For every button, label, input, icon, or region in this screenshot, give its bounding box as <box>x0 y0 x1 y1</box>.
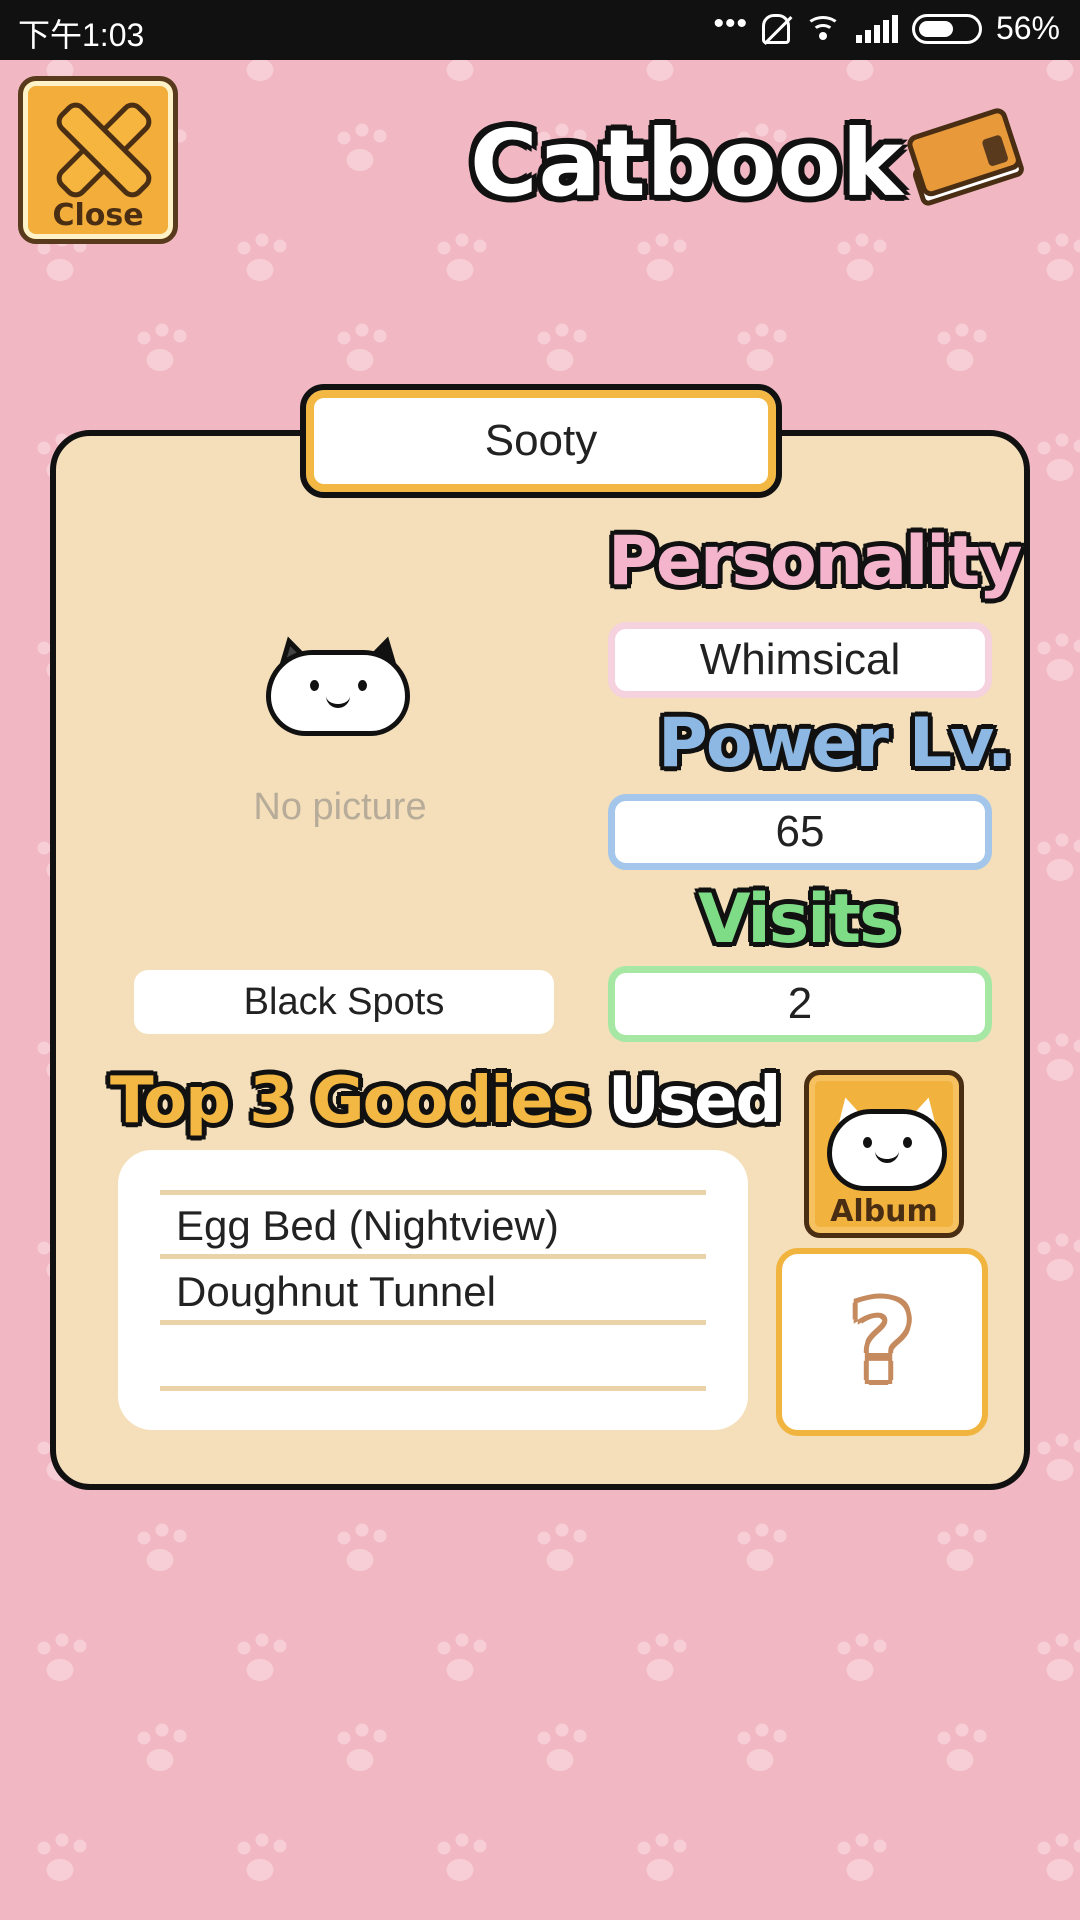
close-button[interactable]: Close <box>18 76 178 244</box>
question-mark-icon: ? <box>850 1278 914 1406</box>
battery-percent: 56% <box>995 10 1060 46</box>
bell-off-icon <box>761 13 790 44</box>
goodies-title: Top 3 Goodies Used <box>110 1064 781 1138</box>
close-label: Close <box>52 198 144 233</box>
page-title: Catbook <box>470 110 905 217</box>
power-level-value: 65 <box>608 794 992 870</box>
close-icon <box>53 99 143 189</box>
goodie-item-2: Doughnut Tunnel <box>160 1261 706 1325</box>
goodies-title-used: Used <box>608 1064 781 1138</box>
visits-value: 2 <box>608 966 992 1042</box>
signal-icon <box>855 14 898 43</box>
status-bar: 下午1:03 ••• 56% <box>0 0 1080 60</box>
mystery-goodie-button[interactable]: ? <box>776 1248 988 1436</box>
no-picture-text: No picture <box>253 786 427 828</box>
cat-face-icon <box>266 631 410 736</box>
personality-value: Whimsical <box>608 622 992 698</box>
status-time: 下午1:03 <box>18 17 145 53</box>
goodies-title-main: Top 3 Goodies <box>110 1064 590 1138</box>
wifi-icon <box>804 14 842 44</box>
visits-label: Visits <box>698 880 900 959</box>
album-cat-icon <box>827 1093 947 1193</box>
status-icons: ••• 56% <box>713 6 1060 47</box>
catbook-icon <box>895 96 1038 221</box>
album-button[interactable]: Album <box>804 1070 964 1238</box>
cat-pattern: Black Spots <box>134 970 554 1034</box>
album-label: Album <box>830 1194 938 1229</box>
power-level-label: Power Lv. <box>658 704 1013 783</box>
cat-name-plate: Sooty <box>300 384 782 498</box>
goodie-item-1: Egg Bed (Nightview) <box>160 1195 706 1259</box>
personality-label: Personality <box>608 522 1022 601</box>
more-dots-icon: ••• <box>713 6 748 40</box>
goodie-item-3 <box>160 1327 706 1391</box>
battery-icon <box>911 13 982 44</box>
